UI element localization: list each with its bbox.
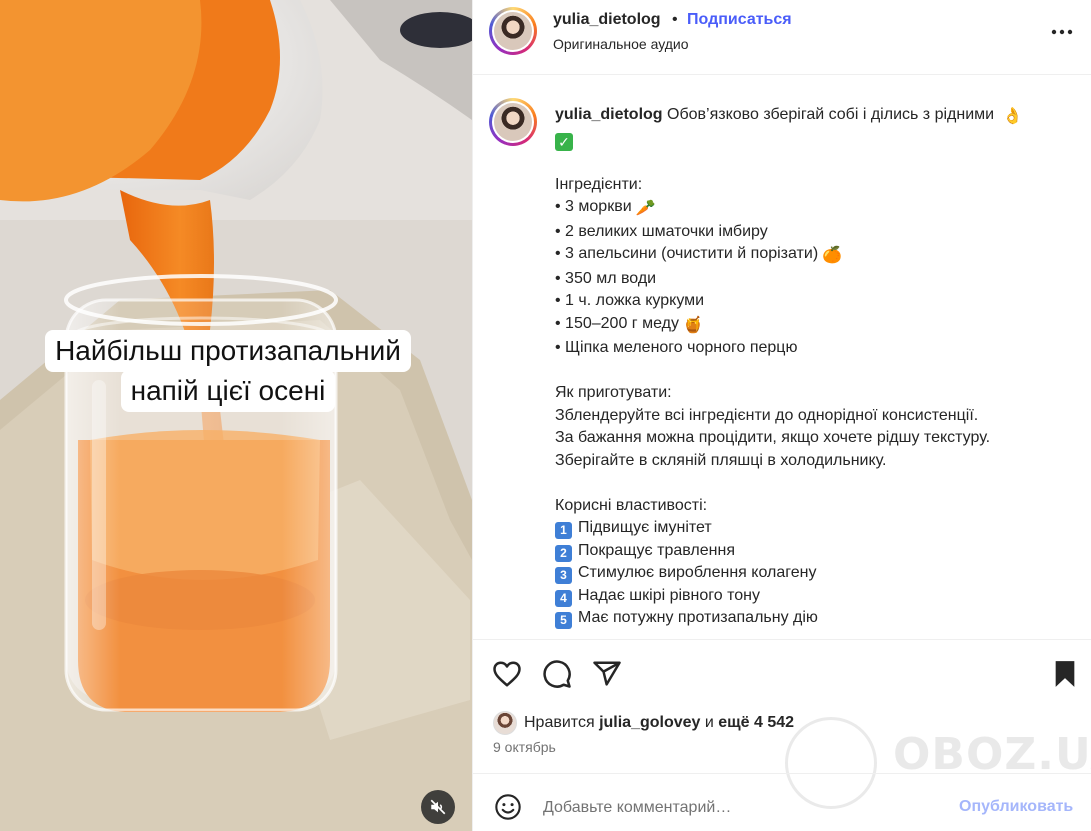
overlay-line-2: напій цієї осені [120, 370, 336, 412]
howto-heading: Як приготувати: [555, 384, 672, 401]
comment-icon [543, 660, 571, 688]
likes-count[interactable]: ещё 4 542 [718, 714, 794, 732]
carrot-emoji: 🥕 [635, 200, 656, 217]
save-button[interactable] [1049, 658, 1081, 690]
smiley-icon [495, 794, 521, 820]
mute-button[interactable] [421, 790, 455, 824]
caption-section: yulia_dietolog Обов’язково зберігай собі… [473, 76, 1091, 640]
post-header: yulia_dietolog • Подписаться Оригинально… [473, 0, 1091, 75]
liker-username[interactable]: julia_golovey [599, 714, 700, 732]
ingredient-item: • Щіпка меленого чорного перцю [555, 339, 798, 356]
number-badge: 1 [555, 522, 572, 539]
post-caption: yulia_dietolog Обов’язково зберігай собі… [555, 104, 1075, 630]
post-actions [473, 650, 1091, 700]
post-media-video[interactable]: Найбільш протизапальний напій цієї осені [0, 0, 472, 831]
video-text-overlay: Найбільш протизапальний напій цієї осені [38, 330, 418, 412]
juice-pouring-image [0, 0, 472, 831]
comment-bar: Опубликовать [473, 773, 1091, 831]
likes-prefix: Нравится [524, 714, 595, 731]
ingredient-item: • 1 ч. ложка куркуми [555, 292, 705, 309]
ingredient-item: • 350 мл води [555, 269, 657, 287]
follow-button[interactable]: Подписаться [687, 11, 792, 29]
ingredients-heading: Інгредієнти: [555, 175, 643, 193]
benefits-heading: Корисні властивості: [555, 496, 708, 514]
comment-button[interactable] [541, 658, 573, 690]
benefit-item: Надає шкірі рівного тону [578, 586, 760, 604]
more-horizontal-icon [1051, 29, 1073, 35]
number-badge: 4 [555, 589, 572, 607]
ingredient-item: • 2 великих шматочки імбиру [555, 222, 768, 240]
howto-line: За бажання можна процідити, якщо хочете … [555, 429, 991, 446]
number-badge: 2 [555, 544, 572, 562]
heart-icon [493, 661, 521, 687]
emoji-picker-button[interactable] [493, 792, 523, 822]
author-username[interactable]: yulia_dietolog [553, 11, 661, 29]
benefit-item: Має потужну протизапальну дію [578, 609, 818, 626]
howto-line: Зберігайте в скляній пляшці в холодильни… [555, 451, 887, 469]
number-badge: 5 [555, 612, 572, 629]
benefit-item: Покращує травлення [578, 541, 735, 559]
post-date[interactable]: 9 октябрь [493, 739, 556, 755]
overlay-line-1: Найбільш протизапальний [45, 330, 411, 372]
caption-intro: Обов’язково зберігай собі і ділись з рід… [667, 106, 995, 123]
comment-input[interactable] [543, 796, 943, 820]
ingredient-item: • 3 моркви [555, 198, 632, 215]
liker-avatar [493, 711, 517, 735]
number-badge: 3 [555, 567, 572, 584]
post-details-panel: yulia_dietolog • Подписаться Оригинально… [472, 0, 1091, 831]
author-avatar[interactable] [489, 7, 537, 55]
publish-button[interactable]: Опубликовать [959, 798, 1073, 816]
separator-dot: • [672, 11, 678, 28]
check-mark-emoji: ✓ [555, 132, 573, 151]
orange-emoji: 🍊 [822, 247, 843, 264]
benefit-item: Стимулює вироблення колагену [578, 564, 817, 581]
benefit-item: Підвищує імунітет [578, 519, 712, 536]
ok-hand-emoji: 👌 [1002, 108, 1023, 125]
ingredient-item: • 150–200 г меду [555, 314, 679, 332]
honey-pot-emoji: 🍯 [682, 316, 703, 334]
bookmark-icon [1055, 661, 1075, 687]
caption-author-avatar[interactable] [489, 98, 537, 146]
ingredient-item: • 3 апельсини (очистити й порізати) [555, 245, 819, 262]
like-button[interactable] [491, 658, 523, 690]
share-button[interactable] [591, 658, 623, 690]
more-options-button[interactable] [1047, 20, 1077, 44]
caption-username[interactable]: yulia_dietolog [555, 106, 663, 123]
likes-summary[interactable]: Нравится julia_golovey и ещё 4 542 [493, 708, 794, 738]
audio-link[interactable]: Оригинальное аудио [553, 36, 689, 52]
likes-middle: и [704, 714, 714, 731]
share-icon [593, 661, 621, 686]
howto-line: Зблендеруйте всі інгредієнти до однорідн… [555, 406, 979, 424]
speaker-muted-icon [430, 799, 446, 815]
